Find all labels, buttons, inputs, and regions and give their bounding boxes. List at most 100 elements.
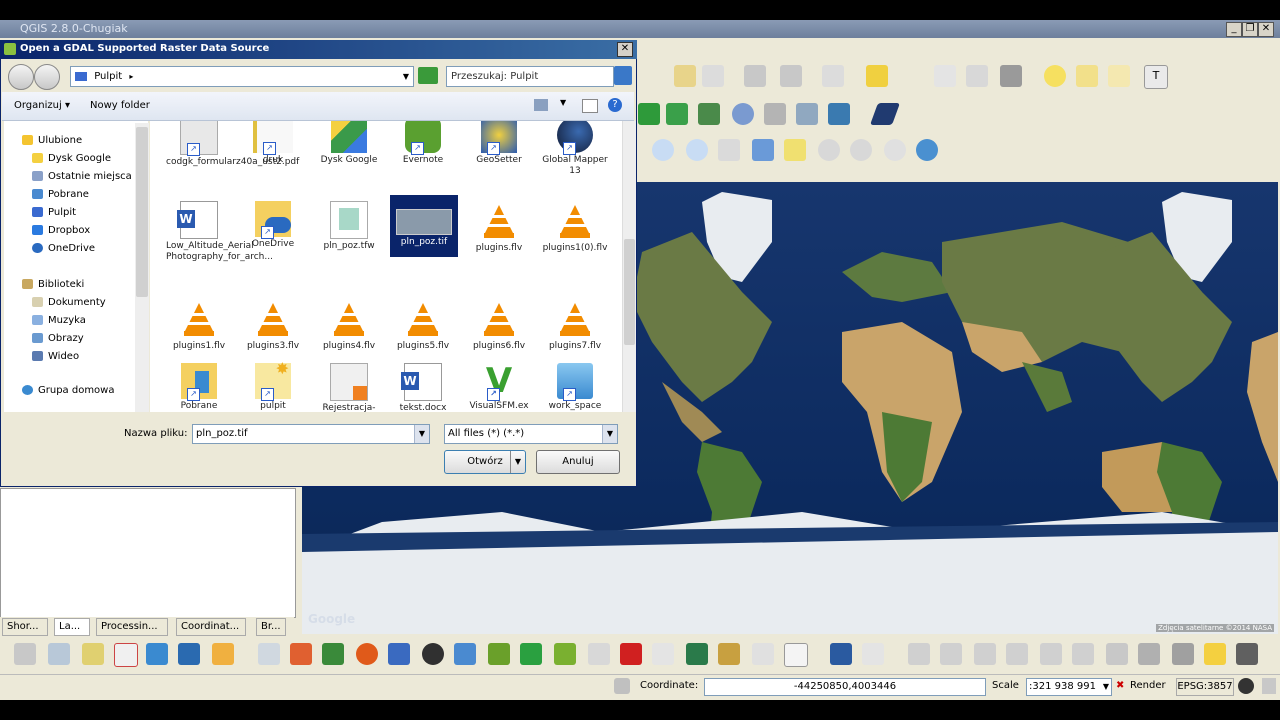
chart-icon[interactable] <box>454 643 476 665</box>
nav-scrollbar-thumb[interactable] <box>136 127 148 297</box>
gps-icon[interactable] <box>422 643 444 665</box>
digitize-tool-8-icon[interactable] <box>1138 643 1160 665</box>
refresh-icon[interactable] <box>418 67 438 84</box>
preview-pane-icon[interactable] <box>582 99 598 113</box>
file-item[interactable]: ↗ Pobrane <box>166 363 232 412</box>
zoom-layer-icon[interactable] <box>818 139 840 161</box>
tab-processing[interactable]: Processin... <box>96 618 168 636</box>
composer-manager-icon[interactable] <box>702 65 724 87</box>
whats-this-icon[interactable] <box>862 643 884 665</box>
nav-onedrive[interactable]: OneDrive <box>32 243 95 254</box>
cancel-button[interactable]: Anuluj <box>536 450 620 474</box>
path-icon[interactable] <box>388 643 410 665</box>
tab-layers[interactable]: La... <box>54 618 90 636</box>
file-item[interactable]: V ↗ VisualSFM.ex <box>466 363 532 412</box>
zoom-selection-icon[interactable] <box>784 139 806 161</box>
digitize-tool-3-icon[interactable] <box>974 643 996 665</box>
digitize-tool-6-icon[interactable] <box>1072 643 1094 665</box>
nav-favorites[interactable]: Ulubione <box>22 135 82 146</box>
address-bar[interactable]: Pulpit ▸ ▼ <box>70 66 414 87</box>
file-item[interactable]: plugins1.flv <box>166 299 232 352</box>
file-item[interactable]: plugins.flv <box>466 201 532 254</box>
tab-coordinate[interactable]: Coordinat... <box>176 618 246 636</box>
file-item[interactable]: ↗ codgk_formularz40a_ust2.pdf <box>166 121 299 168</box>
close-button[interactable]: ✕ <box>1258 22 1274 37</box>
pencil-icon[interactable] <box>212 643 234 665</box>
dialog-close-button[interactable]: ✕ <box>617 42 633 57</box>
terrain-icon[interactable] <box>520 643 542 665</box>
zoom-icon[interactable] <box>780 65 802 87</box>
add-wfs-icon[interactable] <box>764 103 786 125</box>
text-annotation-icon[interactable]: T <box>1144 65 1168 89</box>
render-label[interactable]: Render <box>1130 680 1166 691</box>
open-button[interactable]: Otwórz ▼ <box>444 450 526 474</box>
new-bookmark-icon[interactable] <box>1076 65 1098 87</box>
zoom-in-icon[interactable] <box>652 139 674 161</box>
grid-icon[interactable] <box>1172 643 1194 665</box>
nav-documents[interactable]: Dokumenty <box>32 297 106 308</box>
digitize-tool-2-icon[interactable] <box>940 643 962 665</box>
map-tips-icon[interactable] <box>1044 65 1066 87</box>
view-dropdown-icon[interactable]: ▼ <box>560 98 566 107</box>
address-dropdown-icon[interactable]: ▼ <box>403 67 409 86</box>
organize-button[interactable]: Organizuj ▾ <box>14 100 70 111</box>
settings-icon[interactable] <box>1236 643 1258 665</box>
file-item[interactable]: W Low_Altitude_Aerial Photography_for_arc… <box>166 201 273 263</box>
save-edits-icon[interactable] <box>258 643 280 665</box>
deselect-icon[interactable] <box>866 65 888 87</box>
file-item[interactable]: ↗ GeoSetter <box>466 121 532 166</box>
scale-field[interactable]: :321 938 991 ▼ <box>1026 678 1112 696</box>
nav-homegroup[interactable]: Grupa domowa <box>22 385 114 396</box>
nav-scrollbar[interactable] <box>135 123 149 412</box>
render-check-icon[interactable]: ✖ <box>1116 680 1124 691</box>
add-mssql-icon[interactable] <box>828 103 850 125</box>
chevron-down-icon[interactable]: ▼ <box>414 425 429 443</box>
file-item[interactable]: plugins7.flv <box>542 299 608 352</box>
identify-icon[interactable] <box>744 65 766 87</box>
eye-icon[interactable] <box>652 643 674 665</box>
file-type-select[interactable]: All files (*) (*.*) ▼ <box>444 424 618 444</box>
digitize-tool-1-icon[interactable] <box>908 643 930 665</box>
digitize-tool-5-icon[interactable] <box>1040 643 1062 665</box>
grass-icon[interactable] <box>82 643 104 665</box>
file-item[interactable]: ↗ druk <box>240 121 306 166</box>
file-item[interactable]: Wtekst.docx <box>390 363 456 412</box>
nav-libraries[interactable]: Biblioteki <box>22 279 84 290</box>
nav-dysk-google[interactable]: Dysk Google <box>32 153 111 164</box>
select-icon[interactable] <box>822 65 844 87</box>
zoom-out-icon[interactable] <box>686 139 708 161</box>
add-wms-icon[interactable] <box>698 103 720 125</box>
file-list-scrollbar[interactable] <box>622 121 636 412</box>
file-item[interactable]: plugins3.flv <box>240 299 306 352</box>
file-item[interactable]: ↗ OneDrive <box>240 201 306 250</box>
minimize-button[interactable]: _ <box>1226 22 1242 37</box>
nav-music[interactable]: Muzyka <box>32 315 86 326</box>
nav-recent[interactable]: Ostatnie miejsca <box>32 171 132 182</box>
nav-downloads[interactable]: Pobrane <box>32 189 89 200</box>
messages-icon[interactable] <box>614 678 630 694</box>
plugin-icon[interactable] <box>356 643 378 665</box>
fire-icon[interactable] <box>620 643 642 665</box>
file-item[interactable]: plugins4.flv <box>316 299 382 352</box>
restore-button[interactable]: ❐ <box>1242 22 1258 37</box>
label-icon[interactable] <box>290 643 312 665</box>
chevron-down-icon[interactable]: ▼ <box>602 425 617 443</box>
nav-videos[interactable]: Wideo <box>32 351 79 362</box>
breadcrumb-chevron-icon[interactable]: ▸ <box>129 72 133 81</box>
edit-icon[interactable] <box>554 643 576 665</box>
leaf-icon[interactable] <box>488 643 510 665</box>
measure-icon[interactable] <box>1000 65 1022 87</box>
coordinate-field[interactable]: -44250850,4003446 <box>704 678 986 696</box>
help-icon[interactable] <box>830 643 852 665</box>
tree-icon[interactable] <box>718 643 740 665</box>
add-wcs-icon[interactable] <box>732 103 754 125</box>
tab-browser[interactable]: Br... <box>256 618 286 636</box>
file-list-scrollbar-thumb[interactable] <box>624 239 635 345</box>
view-options-icon[interactable] <box>534 99 548 111</box>
zoom-last-icon[interactable] <box>850 139 872 161</box>
nav-desktop[interactable]: Pulpit <box>32 207 76 218</box>
add-spatialite-icon[interactable] <box>638 103 660 125</box>
zoom-next-icon[interactable] <box>884 139 906 161</box>
digitize-tool-4-icon[interactable] <box>1006 643 1028 665</box>
add-postgis-icon[interactable] <box>666 103 688 125</box>
